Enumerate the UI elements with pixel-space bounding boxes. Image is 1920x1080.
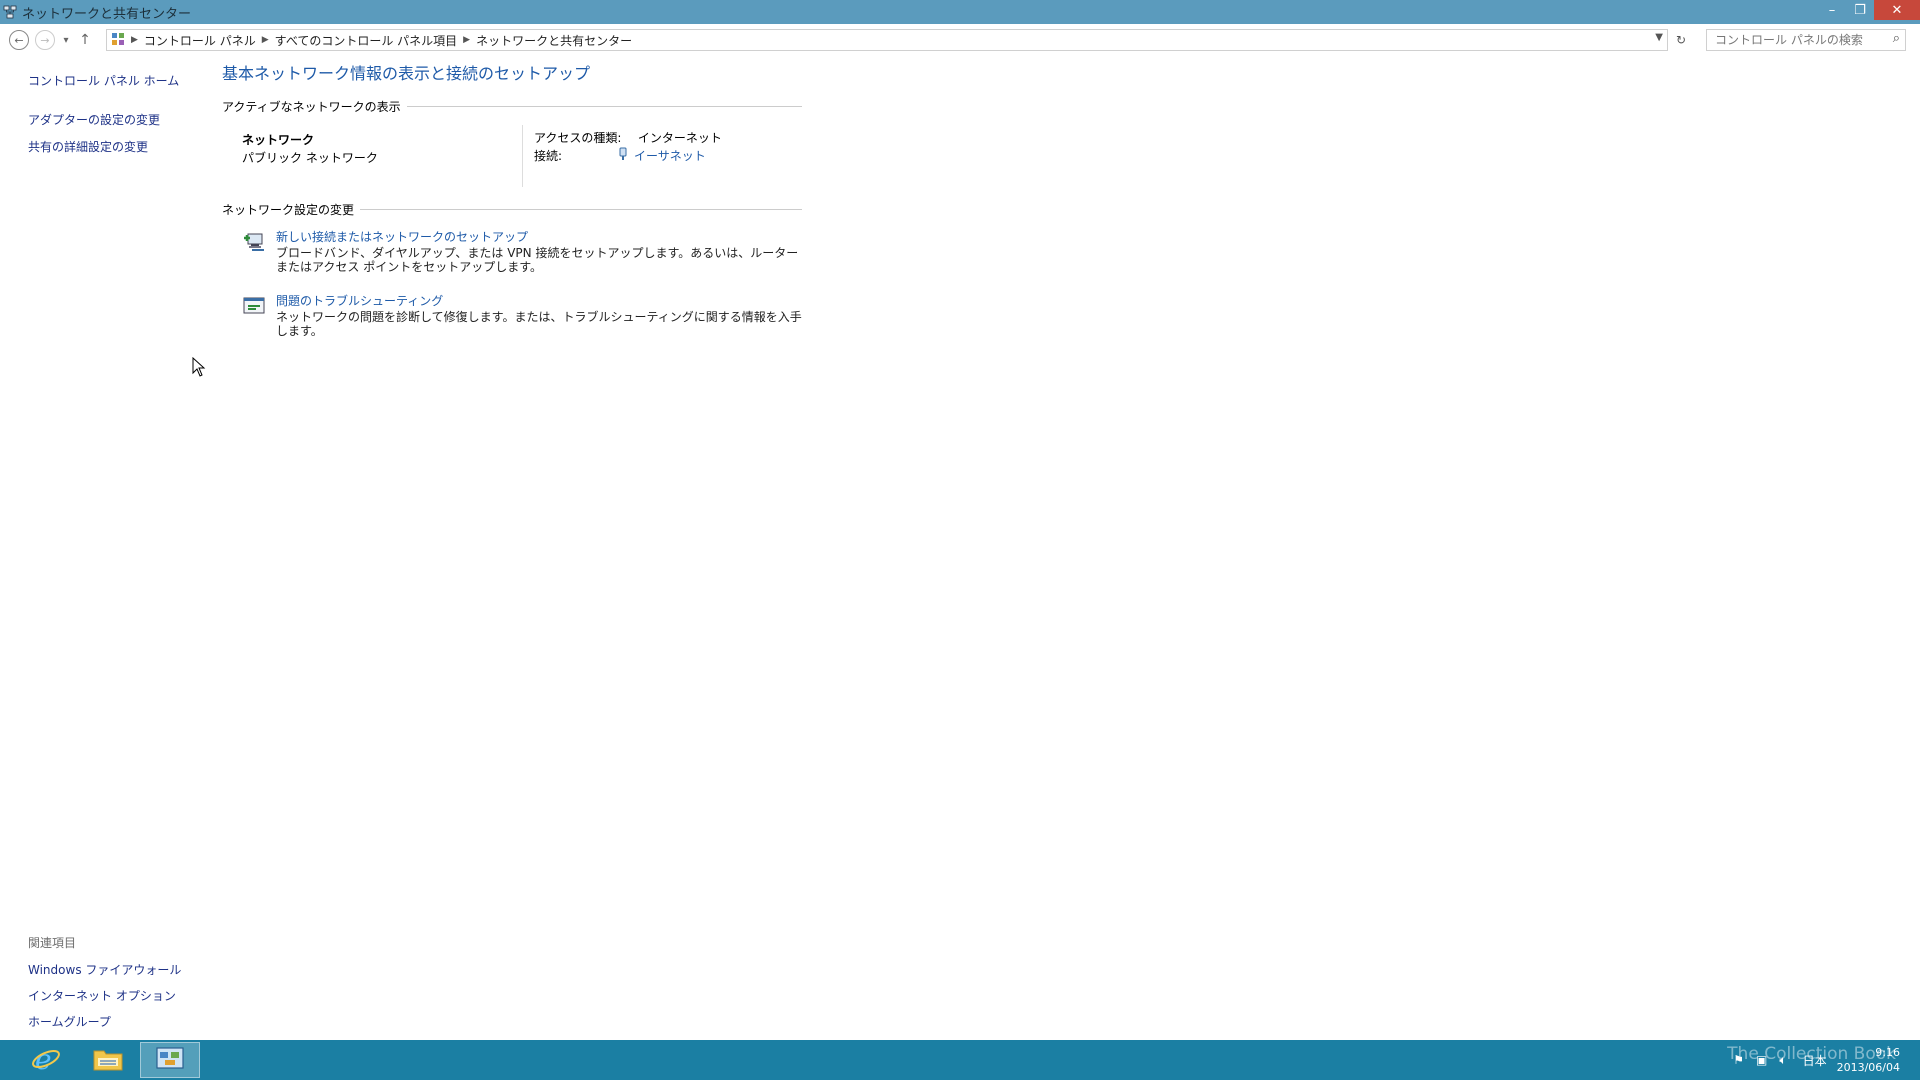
- troubleshoot-icon: [242, 294, 266, 318]
- change-settings-section: ネットワーク設定の変更: [222, 201, 802, 218]
- address-dropdown-icon[interactable]: ▼: [1655, 32, 1663, 43]
- back-arrow-icon: ←: [9, 30, 29, 50]
- search-box: ⌕: [1706, 29, 1906, 51]
- restore-button[interactable]: ❐: [1846, 0, 1874, 20]
- breadcrumb-separator-icon: ▶: [463, 35, 471, 45]
- clock-time: 9:16: [1875, 1046, 1900, 1059]
- navigation-bar: ← → ▾ ↑ ▶ コントロール パネル ▶ すべてのコントロール パネル項目 …: [0, 24, 1920, 56]
- control-panel-icon: [111, 32, 125, 49]
- section-divider: [406, 106, 802, 107]
- folder-icon: [92, 1045, 124, 1076]
- network-center-taskbar-icon: [155, 1046, 185, 1075]
- system-tray: ⚑ ▣ 🔈︎ 日本 9:16 2013/06/04: [1727, 1040, 1920, 1080]
- input-language-indicator[interactable]: 日本: [1803, 1052, 1827, 1069]
- active-networks-section: アクティブなネットワークの表示: [222, 98, 802, 115]
- task-new-connection: 新しい接続またはネットワークのセットアップ ブロードバンド、ダイヤルアップ、また…: [222, 228, 802, 284]
- breadcrumb-separator-icon: ▶: [131, 35, 138, 45]
- title-bar: ネットワークと共有センター: [0, 0, 1920, 24]
- sidebar-item-adapter-settings[interactable]: アダプターの設定の変更: [28, 111, 208, 128]
- page-title: 基本ネットワーク情報の表示と接続のセットアップ: [222, 64, 591, 83]
- panel-divider: [522, 125, 523, 187]
- main-content: 基本ネットワーク情報の表示と接続のセットアップ アクティブなネットワークの表示 …: [222, 60, 802, 338]
- window-title: ネットワークと共有センター: [22, 6, 192, 22]
- related-item-firewall[interactable]: Windows ファイアウォール: [28, 961, 181, 978]
- access-type-label: アクセスの種類:: [534, 131, 622, 145]
- related-header: 関連項目: [28, 936, 77, 950]
- svg-text:e: e: [35, 1044, 52, 1074]
- new-connection-icon: [242, 230, 266, 254]
- search-input[interactable]: [1713, 32, 1877, 48]
- clock[interactable]: 9:16 2013/06/04: [1837, 1045, 1900, 1075]
- volume-icon[interactable]: 🔈︎: [1779, 1053, 1786, 1068]
- breadcrumb-separator-icon: ▶: [261, 35, 269, 45]
- access-type-row: アクセスの種類: インターネット: [534, 129, 722, 146]
- sidebar-control-panel-home[interactable]: コントロール パネル ホーム: [28, 72, 208, 89]
- breadcrumb-network-center[interactable]: ネットワークと共有センター: [476, 32, 632, 49]
- connection-row: 接続: イーサネット: [534, 147, 706, 164]
- active-network-panel: ネットワーク パブリック ネットワーク アクセスの種類: インターネット 接続:…: [222, 123, 802, 197]
- related-items: 関連項目 Windows ファイアウォール インターネット オプション ホームグ…: [28, 934, 181, 1039]
- related-item-homegroup[interactable]: ホームグループ: [28, 1013, 181, 1030]
- ethernet-icon: [618, 147, 628, 164]
- minimize-button[interactable]: –: [1818, 0, 1846, 20]
- taskbar-internet-explorer[interactable]: e: [18, 1042, 74, 1078]
- breadcrumb-all-items[interactable]: すべてのコントロール パネル項目: [275, 32, 458, 49]
- ethernet-connection-link[interactable]: イーサネット: [634, 147, 706, 164]
- up-button[interactable]: ↑: [74, 27, 96, 53]
- refresh-button[interactable]: ↻: [1670, 29, 1692, 51]
- network-name: ネットワーク: [242, 133, 315, 147]
- new-connection-description: ブロードバンド、ダイヤルアップ、または VPN 接続をセットアップします。あるい…: [276, 246, 799, 274]
- mouse-cursor-icon: [192, 356, 206, 380]
- taskbar: e The Collection Book ⚑ ▣ 🔈︎ 日本 9:16 201…: [0, 1040, 1920, 1080]
- search-icon[interactable]: ⌕: [1893, 31, 1900, 46]
- breadcrumb-control-panel[interactable]: コントロール パネル: [144, 32, 256, 49]
- sidebar-item-advanced-sharing[interactable]: 共有の詳細設定の変更: [28, 138, 208, 155]
- clock-date: 2013/06/04: [1836, 1061, 1900, 1074]
- close-button[interactable]: ✕: [1874, 0, 1920, 20]
- section-divider: [360, 209, 802, 210]
- troubleshoot-link[interactable]: 問題のトラブルシューティング: [276, 292, 443, 309]
- network-type: パブリック ネットワーク: [242, 151, 378, 165]
- internet-explorer-icon: e: [31, 1043, 61, 1077]
- network-center-icon: [2, 4, 18, 20]
- access-type-value: インターネット: [637, 131, 722, 145]
- back-button[interactable]: ←: [6, 27, 32, 53]
- section-label: ネットワーク設定の変更: [222, 203, 355, 217]
- new-connection-link[interactable]: 新しい接続またはネットワークのセットアップ: [276, 228, 528, 245]
- taskbar-network-center[interactable]: [140, 1042, 200, 1078]
- window-controls: – ❐ ✕: [1818, 0, 1920, 20]
- task-troubleshoot: 問題のトラブルシューティング ネットワークの問題を診断して修復します。または、ト…: [222, 292, 802, 338]
- recent-locations-button[interactable]: ▾: [58, 27, 74, 53]
- section-label: アクティブなネットワークの表示: [222, 100, 401, 114]
- troubleshoot-description: ネットワークの問題を診断して修復します。または、トラブルシューティングに関する情…: [276, 310, 802, 338]
- forward-arrow-icon: →: [35, 30, 55, 50]
- flag-icon[interactable]: ⚑: [1733, 1053, 1744, 1067]
- address-bar[interactable]: ▶ コントロール パネル ▶ すべてのコントロール パネル項目 ▶ ネットワーク…: [106, 29, 1668, 51]
- forward-button[interactable]: →: [32, 27, 58, 53]
- related-item-internet-options[interactable]: インターネット オプション: [28, 987, 181, 1004]
- sidebar: コントロール パネル ホーム アダプターの設定の変更 共有の詳細設定の変更: [28, 72, 208, 165]
- network-tray-icon[interactable]: ▣: [1756, 1053, 1767, 1067]
- taskbar-file-explorer[interactable]: [80, 1042, 136, 1078]
